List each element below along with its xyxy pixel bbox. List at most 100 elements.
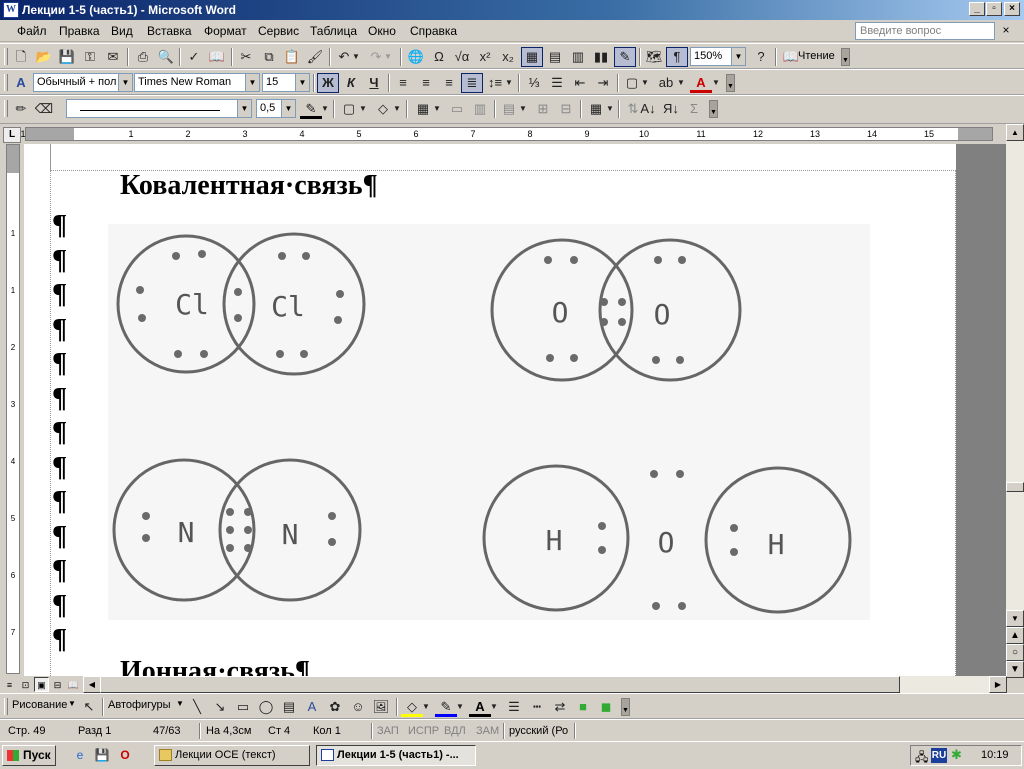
insert-picture-icon[interactable]: 🖼 [370,697,392,717]
hyperlink-icon[interactable]: 🌐 [405,47,427,67]
line-spacing-icon[interactable]: ↕≡ [484,73,506,93]
outline-view-icon[interactable]: ⊟ [50,677,65,692]
vertical-ruler-scale[interactable]: 112345678 [6,144,20,694]
font-color-icon[interactable]: A [690,73,712,93]
distribute-columns-icon[interactable]: ⊟ [555,99,577,119]
clip-art-icon[interactable]: ☺ [347,697,369,717]
heading-ionic-bond[interactable]: Ионная·связь¶ [120,656,310,676]
fill-color-icon[interactable]: ◇ [401,697,423,717]
merge-cells-icon[interactable]: ▭ [446,99,468,119]
columns-icon[interactable]: ▮▮ [590,47,612,67]
show-formatting-icon[interactable]: ¶ [666,47,688,67]
toolbar-grip[interactable] [4,74,8,91]
status-extend-selection[interactable]: ВДЛ [444,725,466,737]
insert-table-icon[interactable]: ▦ [412,99,434,119]
equation-icon[interactable]: √α [451,47,473,67]
opera-icon[interactable]: O [117,747,133,763]
autoshapes-menu-button[interactable]: Автофигуры [108,699,171,711]
insert-table-icon[interactable]: ▤ [544,47,566,67]
page[interactable]: Ковалентная·связь¶ ¶ ¶ ¶ ¶ ¶ ¶ ¶ ¶ ¶ ¶ ¶ ¶ ¶ [24,144,956,676]
menu-insert[interactable]: Вставка [147,24,192,38]
toolbar-options-chevron[interactable]: ▼ [621,698,630,716]
superscript-icon[interactable]: x² [474,47,496,67]
antivirus-icon[interactable]: ✱ [951,747,962,763]
clock[interactable]: 10:19 [981,749,1009,761]
spelling-icon[interactable]: ✓ [183,47,205,67]
oval-tool-icon[interactable]: ◯ [255,697,277,717]
chevron-down-icon[interactable]: ▼ [237,100,251,117]
status-track-changes[interactable]: ИСПР [408,725,439,737]
vertical-scrollbar[interactable]: ▲ ▼ ▲ ○ ▼ [1006,124,1024,678]
paragraph-mark[interactable]: ¶ [52,626,67,654]
paragraph-mark[interactable]: ¶ [52,522,67,551]
border-color-dropdown-icon[interactable]: ▼ [320,99,330,119]
toolbar-options-chevron[interactable]: ▼ [709,100,718,118]
network-icon[interactable]: 🖧 [915,748,928,769]
toolbar-options-chevron[interactable]: ▼ [841,48,850,66]
next-page-button[interactable]: ▼ [1006,661,1024,678]
menu-view[interactable]: Вид [111,24,133,38]
tables-borders-icon[interactable]: ▦ [521,47,543,67]
maximize-button[interactable]: ▫ [986,2,1002,16]
symbol-omega-icon[interactable]: Ω [428,47,450,67]
paragraph-mark[interactable]: ¶ [52,557,67,585]
horizontal-scroll-thumb[interactable] [100,676,900,693]
menu-help[interactable]: Справка [410,24,457,38]
draw-font-color-icon[interactable]: A [469,697,491,717]
document-map-icon[interactable]: 🗺 [643,47,665,67]
save-icon[interactable]: 💾 [56,47,78,67]
chevron-down-icon[interactable]: ▼ [176,699,184,708]
research-icon[interactable]: 📖 [206,47,228,67]
chevron-down-icon[interactable]: ▼ [68,699,76,708]
scroll-left-button[interactable]: ◀ [83,676,101,693]
print-preview-icon[interactable]: 🔍 [155,47,177,67]
reading-mode-button[interactable]: Чтение [798,50,835,62]
paragraph-mark[interactable]: ¶ [52,281,67,309]
paste-icon[interactable]: 📋 [281,47,303,67]
web-layout-icon[interactable]: ⊡ [18,677,33,692]
outside-border-dropdown-icon[interactable]: ▼ [358,99,368,119]
table-autoformat-icon[interactable]: ▦ [585,99,607,119]
text-box-icon[interactable]: ▤ [278,697,300,717]
underline-button[interactable]: Ч [363,73,385,93]
increase-indent-icon[interactable]: ⇥ [592,73,614,93]
paragraph-mark[interactable]: ¶ [52,384,67,413]
insert-excel-icon[interactable]: ▥ [567,47,589,67]
font-color-dropdown-icon[interactable]: ▼ [711,73,721,93]
line-spacing-dropdown-icon[interactable]: ▼ [504,73,514,93]
scroll-up-button[interactable]: ▲ [1006,124,1024,141]
arrow-style-icon[interactable]: ⇄ [549,697,571,717]
decrease-indent-icon[interactable]: ⇤ [569,73,591,93]
task-button-lectures-text[interactable]: Лекции ОСЕ (текст) [154,745,310,766]
toolbar-grip[interactable] [4,698,8,715]
line-tool-icon[interactable]: ╲ [186,697,208,717]
close-button[interactable]: × [1004,2,1020,16]
paragraph-mark[interactable]: ¶ [52,246,67,275]
print-layout-icon[interactable]: ▣ [34,677,49,692]
ask-question-input[interactable]: Введите вопрос [855,22,995,40]
word-app-icon[interactable]: W [3,2,19,18]
permission-icon[interactable]: ⚿ [79,47,101,67]
borders-dropdown-icon[interactable]: ▼ [640,73,650,93]
format-painter-icon[interactable]: 🖌 [304,47,326,67]
sort-descending-icon[interactable]: Я↓ [660,99,682,119]
arrow-tool-icon[interactable]: ↘ [209,697,231,717]
chevron-down-icon[interactable]: ▼ [245,74,259,91]
zoom-select[interactable]: 150% ▼ [690,47,746,66]
task-button-word-document[interactable]: Лекции 1-5 (часть1) -... [316,745,476,766]
menu-edit[interactable]: Правка [59,24,100,38]
line-style-select[interactable]: ▼ [66,99,252,118]
chevron-down-icon[interactable]: ▼ [295,74,309,91]
paragraph-mark[interactable]: ¶ [52,419,67,447]
new-document-icon[interactable]: 🗋 [10,47,32,67]
style-select[interactable]: Обычный + пол ▼ [33,73,133,92]
numbering-icon[interactable]: ⅓ [523,73,545,93]
menu-window[interactable]: Окно [368,24,396,38]
start-button[interactable]: Пуск [2,745,56,766]
insert-table-dropdown-icon[interactable]: ▼ [432,99,442,119]
redo-dropdown-icon[interactable]: ▼ [383,47,393,67]
select-browse-object-button[interactable]: ○ [1006,644,1024,661]
bullets-icon[interactable]: ☰ [546,73,568,93]
3d-style-icon[interactable]: ◼ [595,697,617,717]
vertical-scroll-thumb[interactable] [1006,482,1024,492]
